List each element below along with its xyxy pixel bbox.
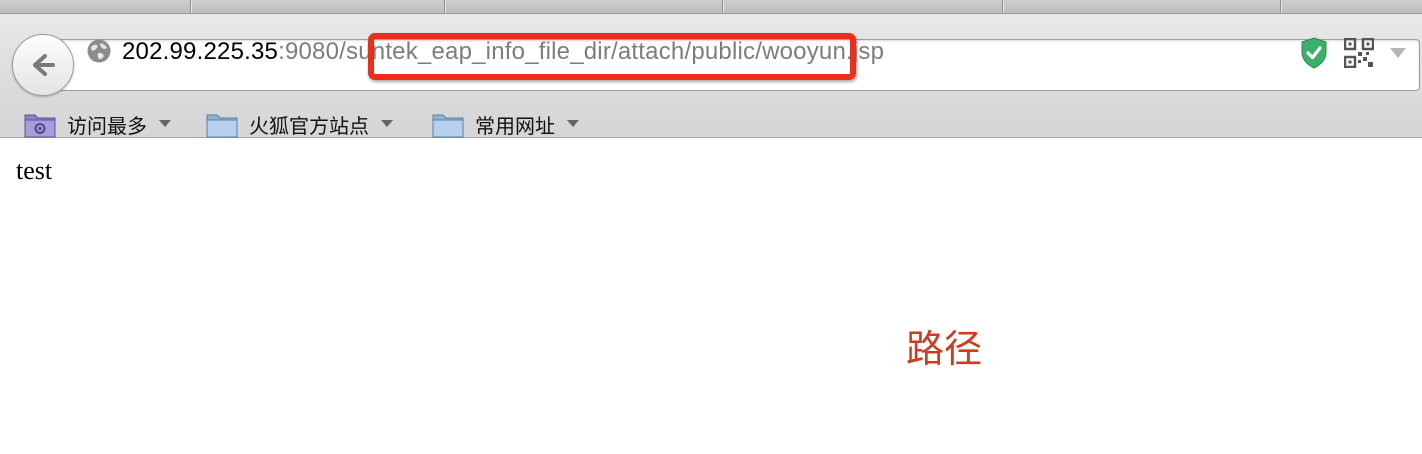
tab-separator xyxy=(1280,0,1282,13)
folder-icon xyxy=(432,114,464,138)
bookmark-firefox-official[interactable]: 火狐官方站点 xyxy=(206,104,393,144)
path-highlight-box xyxy=(368,33,856,80)
bookmark-label: 访问最多 xyxy=(67,113,147,138)
shield-check-icon[interactable] xyxy=(1300,37,1328,69)
page-body-text: test xyxy=(16,156,53,185)
bookmark-label: 常用网址 xyxy=(475,113,555,138)
path-annotation-label: 路径 xyxy=(906,327,983,371)
dropdown-triangle-icon[interactable] xyxy=(1388,46,1408,60)
tab-strip xyxy=(0,0,1422,14)
bookmark-most-visited[interactable]: 访问最多 xyxy=(24,104,171,144)
chevron-down-icon xyxy=(567,120,579,127)
tab-separator xyxy=(444,0,446,13)
globe-icon[interactable] xyxy=(86,38,112,64)
tab-separator xyxy=(1002,0,1004,13)
tab-separator xyxy=(722,0,724,13)
tab-separator xyxy=(190,0,192,13)
url-host: 202.99.225.35 xyxy=(122,38,279,65)
chevron-down-icon xyxy=(381,120,393,127)
bookmark-label: 火狐官方站点 xyxy=(249,113,369,138)
bookmark-common-sites[interactable]: 常用网址 xyxy=(432,104,579,144)
browser-toolbar: 202.99.225.35:9080/suntek_eap_info_file_… xyxy=(0,14,1422,138)
chevron-down-icon xyxy=(159,120,171,127)
back-arrow-icon xyxy=(33,54,55,76)
folder-icon xyxy=(206,114,238,138)
qr-code-icon[interactable] xyxy=(1344,38,1374,68)
back-button[interactable] xyxy=(12,34,74,96)
smart-folder-icon xyxy=(24,114,56,138)
bookmarks-bar: 访问最多 火狐官方站点 常用网址 xyxy=(0,104,1422,144)
